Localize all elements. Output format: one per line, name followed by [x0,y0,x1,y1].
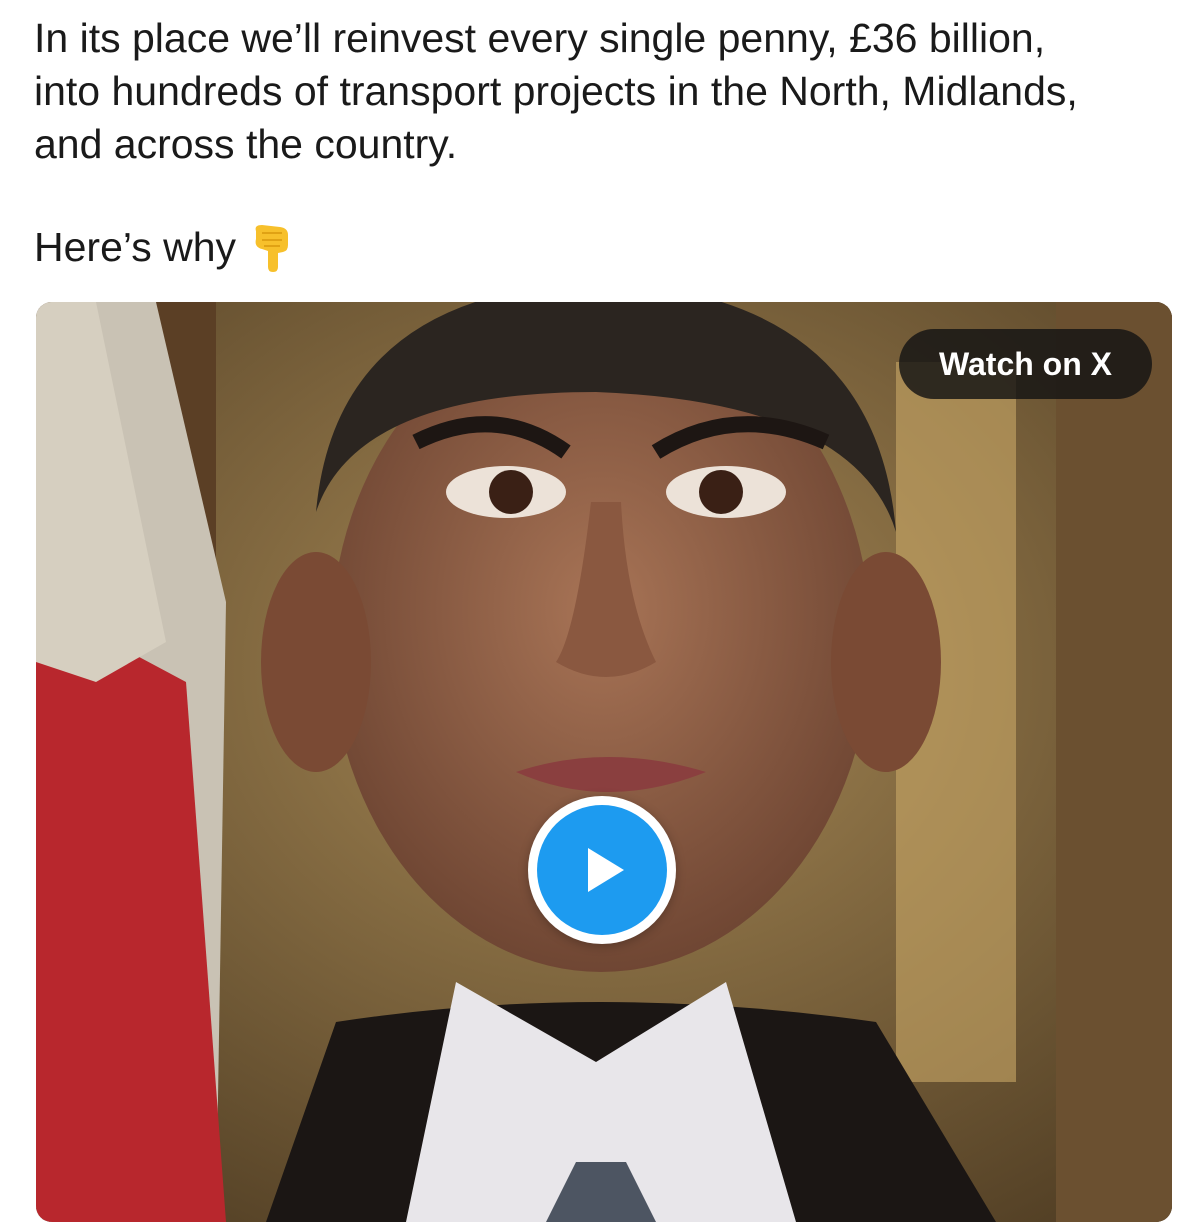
tweet-text: In its place we’ll reinvest every single… [34,12,1174,171]
play-button[interactable] [528,796,676,944]
heres-why-line: Here’s why [34,221,296,274]
tweet-text-line: into hundreds of transport projects in t… [34,68,1078,114]
video-thumbnail [36,302,1172,1222]
tweet-text-line: and across the country. [34,121,458,167]
tweet-text-line: In its place we’ll reinvest every single… [34,15,1046,61]
play-icon [588,848,624,892]
video-player[interactable]: Watch on X [36,302,1172,1222]
heres-why-text: Here’s why [34,224,237,270]
pointing-down-emoji-icon [250,223,296,273]
play-icon-circle [537,805,667,935]
watch-on-x-button[interactable]: Watch on X [898,329,1152,399]
